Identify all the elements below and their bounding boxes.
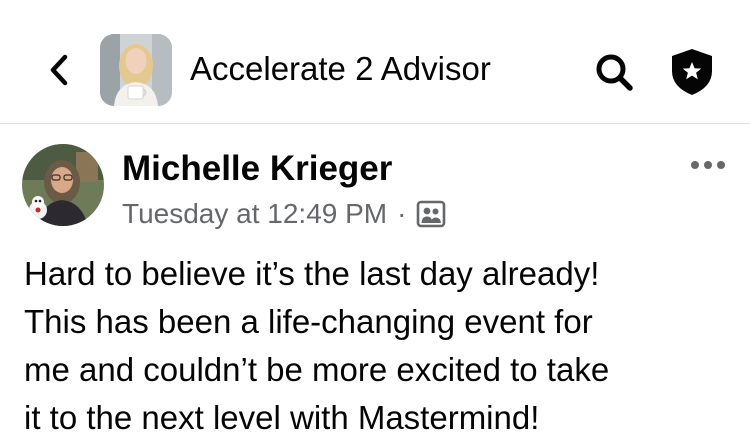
group-cover-photo bbox=[100, 34, 172, 106]
shield-star-icon bbox=[672, 49, 712, 95]
author-profile-photo bbox=[22, 144, 104, 226]
post-timestamp[interactable]: Tuesday at 12:49 PM bbox=[122, 197, 387, 231]
author-avatar[interactable] bbox=[22, 144, 104, 226]
chevron-left-icon bbox=[50, 54, 68, 86]
group-avatar[interactable] bbox=[100, 34, 172, 106]
group-header: Accelerate 2 Advisor bbox=[0, 0, 750, 124]
group-title[interactable]: Accelerate 2 Advisor bbox=[190, 48, 491, 90]
author-name[interactable]: Michelle Krieger bbox=[122, 148, 392, 190]
post-options-button[interactable] bbox=[686, 152, 730, 178]
post-meta: Tuesday at 12:49 PM · bbox=[122, 196, 447, 232]
admin-tools-button[interactable] bbox=[666, 46, 718, 98]
back-button[interactable] bbox=[38, 48, 78, 92]
group-members-icon bbox=[417, 200, 446, 228]
search-icon bbox=[596, 54, 633, 91]
post-body-text: Hard to believe it’s the last day alread… bbox=[24, 255, 610, 436]
meta-separator: · bbox=[397, 198, 407, 229]
audience-button[interactable] bbox=[415, 198, 447, 230]
group-post-screen: Accelerate 2 Advisor Michelle Krieger Tu… bbox=[0, 0, 750, 446]
search-button[interactable] bbox=[590, 48, 638, 96]
more-horizontal-icon bbox=[691, 161, 725, 169]
